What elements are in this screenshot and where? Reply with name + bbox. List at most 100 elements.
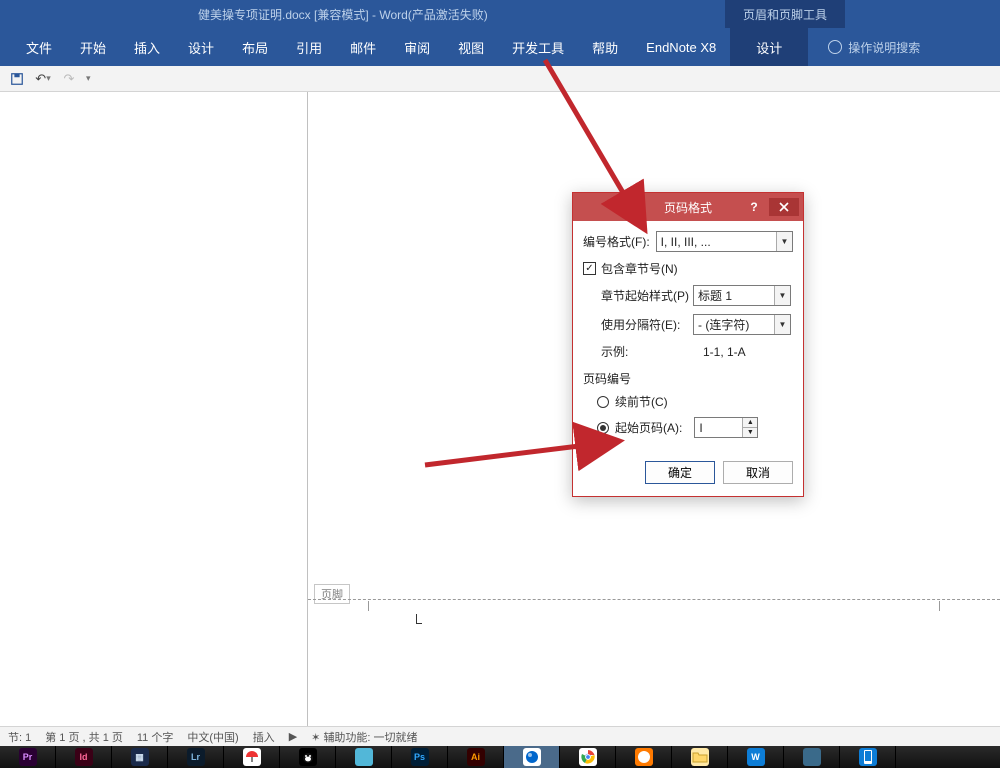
status-language[interactable]: 中文(中国) bbox=[187, 729, 238, 745]
start-at-spinner[interactable]: I ▲ ▼ bbox=[694, 417, 758, 438]
tab-layout[interactable]: 布局 bbox=[228, 28, 282, 66]
example-value: 1-1, 1-A bbox=[703, 345, 746, 359]
chapter-style-combo[interactable]: 标题 1 ▼ bbox=[693, 285, 791, 306]
qat-customize-icon[interactable]: ▾ bbox=[86, 73, 91, 84]
tab-developer[interactable]: 开发工具 bbox=[498, 28, 578, 66]
taskbar-item-9[interactable] bbox=[504, 746, 560, 768]
status-macro-icon[interactable]: ▶ bbox=[289, 730, 297, 743]
taskbar-item-14[interactable] bbox=[784, 746, 840, 768]
taskbar-item-12[interactable] bbox=[672, 746, 728, 768]
tell-me-label: 操作说明搜索 bbox=[848, 39, 920, 56]
status-bar: 节: 1 第 1 页 , 共 1 页 11 个字 中文(中国) 插入 ▶ ✶ 辅… bbox=[0, 726, 1000, 746]
taskbar-app-icon bbox=[859, 748, 877, 766]
taskbar-app-icon: Pr bbox=[19, 748, 37, 766]
quick-access-toolbar: ↶▾ ↷ ▾ bbox=[0, 66, 1000, 92]
taskbar-app-icon bbox=[635, 748, 653, 766]
footer-section-label: 页脚 bbox=[314, 584, 350, 604]
status-insert-mode[interactable]: 插入 bbox=[253, 729, 275, 745]
taskbar-item-13[interactable]: W bbox=[728, 746, 784, 768]
chevron-down-icon: ▼ bbox=[774, 286, 790, 305]
status-word-count[interactable]: 11 个字 bbox=[137, 729, 173, 745]
include-chapter-label: 包含章节号(N) bbox=[601, 260, 678, 277]
taskbar-item-1[interactable]: Id bbox=[56, 746, 112, 768]
document-title: 健美操专项证明.docx [兼容模式] - Word(产品激活失败) bbox=[198, 6, 488, 23]
taskbar-app-icon bbox=[691, 748, 709, 766]
chevron-down-icon: ▼ bbox=[774, 315, 790, 334]
tab-insert[interactable]: 插入 bbox=[120, 28, 174, 66]
taskbar-app-icon: Ai bbox=[467, 748, 485, 766]
continue-previous-label: 续前节(C) bbox=[615, 393, 668, 410]
spinner-up-icon[interactable]: ▲ bbox=[743, 418, 757, 428]
taskbar-item-10[interactable] bbox=[560, 746, 616, 768]
include-chapter-checkbox[interactable]: ✓ bbox=[583, 262, 596, 275]
taskbar-app-icon: ▦ bbox=[131, 748, 149, 766]
margin-mark-right bbox=[939, 601, 940, 611]
dialog-button-row: 确定 取消 bbox=[573, 451, 803, 496]
tab-mailings[interactable]: 邮件 bbox=[336, 28, 390, 66]
spinner-down-icon[interactable]: ▼ bbox=[743, 428, 757, 437]
spinner-buttons[interactable]: ▲ ▼ bbox=[742, 418, 757, 437]
cancel-button[interactable]: 取消 bbox=[723, 461, 793, 484]
save-button[interactable] bbox=[8, 70, 26, 88]
taskbar-item-15[interactable] bbox=[840, 746, 896, 768]
separator-combo[interactable]: - (连字符) ▼ bbox=[693, 314, 791, 335]
chevron-down-icon: ▼ bbox=[776, 232, 792, 251]
taskbar-app-icon bbox=[243, 748, 261, 766]
taskbar-item-3[interactable]: Lr bbox=[168, 746, 224, 768]
status-section[interactable]: 节: 1 bbox=[8, 729, 31, 745]
taskbar-app-icon bbox=[299, 748, 317, 766]
chapter-style-label: 章节起始样式(P) bbox=[601, 287, 687, 304]
taskbar-app-icon bbox=[579, 748, 597, 766]
taskbar-item-4[interactable] bbox=[224, 746, 280, 768]
start-at-radio[interactable] bbox=[597, 422, 609, 434]
dialog-close-button[interactable] bbox=[769, 198, 799, 216]
taskbar-item-2[interactable]: ▦ bbox=[112, 746, 168, 768]
taskbar-item-11[interactable] bbox=[616, 746, 672, 768]
dialog-body: 编号格式(F): I, II, III, ... ▼ ✓ 包含章节号(N) 章节… bbox=[573, 221, 803, 451]
page-number-format-dialog: 页码格式 ? 编号格式(F): I, II, III, ... ▼ ✓ 包含章节… bbox=[572, 192, 804, 497]
separator-label: 使用分隔符(E): bbox=[601, 316, 687, 333]
cursor-mark bbox=[416, 614, 422, 624]
separator-value: - (连字符) bbox=[698, 316, 749, 333]
document-area: 页脚 bbox=[0, 92, 1000, 726]
tab-references[interactable]: 引用 bbox=[282, 28, 336, 66]
ribbon-tabs: 文件 开始 插入 设计 布局 引用 邮件 审阅 视图 开发工具 帮助 EndNo… bbox=[0, 28, 1000, 66]
redo-button[interactable]: ↷ bbox=[60, 70, 78, 88]
number-format-combo[interactable]: I, II, III, ... ▼ bbox=[656, 231, 793, 252]
tab-file[interactable]: 文件 bbox=[12, 28, 66, 66]
contextual-tool-label: 页眉和页脚工具 bbox=[725, 0, 845, 28]
taskbar-item-6[interactable] bbox=[336, 746, 392, 768]
taskbar-item-5[interactable] bbox=[280, 746, 336, 768]
tab-help[interactable]: 帮助 bbox=[578, 28, 632, 66]
continue-previous-radio[interactable] bbox=[597, 396, 609, 408]
tab-view[interactable]: 视图 bbox=[444, 28, 498, 66]
undo-button[interactable]: ↶▾ bbox=[34, 70, 52, 88]
ok-button[interactable]: 确定 bbox=[645, 461, 715, 484]
tab-design[interactable]: 设计 bbox=[174, 28, 228, 66]
taskbar-item-0[interactable]: Pr bbox=[0, 746, 56, 768]
taskbar-app-icon bbox=[355, 748, 373, 766]
chapter-style-value: 标题 1 bbox=[698, 287, 732, 304]
start-at-label: 起始页码(A): bbox=[615, 419, 682, 436]
number-format-value: I, II, III, ... bbox=[661, 235, 711, 249]
tell-me-search[interactable]: 操作说明搜索 bbox=[828, 39, 920, 56]
footer-divider bbox=[308, 599, 1000, 600]
bulb-icon bbox=[828, 40, 842, 54]
dialog-titlebar[interactable]: 页码格式 ? bbox=[573, 193, 803, 221]
dialog-help-button[interactable]: ? bbox=[743, 200, 765, 214]
tab-review[interactable]: 审阅 bbox=[390, 28, 444, 66]
tab-home[interactable]: 开始 bbox=[66, 28, 120, 66]
tab-endnote[interactable]: EndNote X8 bbox=[632, 28, 730, 66]
start-at-value: I bbox=[699, 421, 702, 435]
taskbar-item-7[interactable]: Ps bbox=[392, 746, 448, 768]
page-numbering-group-label: 页码编号 bbox=[583, 370, 793, 387]
taskbar-app-icon: Lr bbox=[187, 748, 205, 766]
status-accessibility[interactable]: ✶ 辅助功能: 一切就绪 bbox=[311, 729, 417, 745]
taskbar-item-8[interactable]: Ai bbox=[448, 746, 504, 768]
dialog-title: 页码格式 bbox=[664, 199, 712, 216]
tab-header-footer-design[interactable]: 设计 bbox=[730, 28, 808, 66]
os-taskbar: Pr Id ▦ Lr Ps Ai W bbox=[0, 746, 1000, 768]
window-titlebar: 健美操专项证明.docx [兼容模式] - Word(产品激活失败) 页眉和页脚… bbox=[0, 0, 1000, 28]
taskbar-app-icon: W bbox=[747, 748, 765, 766]
status-page[interactable]: 第 1 页 , 共 1 页 bbox=[45, 729, 123, 745]
